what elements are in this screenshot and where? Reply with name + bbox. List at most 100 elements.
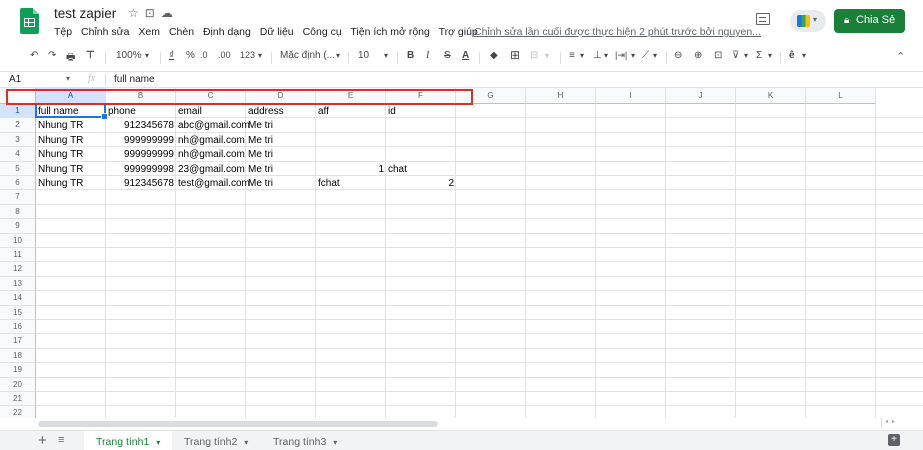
menu-file[interactable]: Tệp <box>54 26 72 38</box>
cell-e3[interactable] <box>316 134 386 147</box>
row-header-11[interactable]: 11 <box>0 248 36 263</box>
column-header-l[interactable]: L <box>806 88 876 104</box>
row-header-14[interactable]: 14 <box>0 291 36 306</box>
cell-f4[interactable] <box>386 148 456 161</box>
cloud-status-icon[interactable]: ☁ <box>161 6 179 20</box>
cell-e1[interactable]: aff <box>316 105 386 118</box>
row-header-12[interactable]: 12 <box>0 262 36 277</box>
text-rotation-icon[interactable]: ⟋ <box>642 50 649 61</box>
tab-sheet-3[interactable]: Trang tính3 ▾ <box>273 431 337 450</box>
cell-d2[interactable]: Me tri <box>246 119 316 132</box>
cell-f6[interactable]: 2 <box>386 177 456 190</box>
cell-a6[interactable]: Nhung TR <box>36 177 106 190</box>
cell-e2[interactable] <box>316 119 386 132</box>
row-header-20[interactable]: 20 <box>0 377 36 392</box>
merge-cells-icon[interactable]: ⊟ <box>530 50 538 61</box>
explore-icon[interactable]: + <box>888 434 900 446</box>
row-header-2[interactable]: 2 <box>0 118 36 133</box>
cell-b1[interactable]: phone <box>106 105 176 118</box>
insert-chart-icon[interactable]: ⊡ <box>714 50 722 61</box>
tab-sheet-1[interactable]: Trang tính1 ▾ <box>84 431 173 450</box>
cell-b3[interactable]: 999999999 <box>106 134 176 147</box>
row-header-19[interactable]: 19 <box>0 363 36 378</box>
cell-a5[interactable]: Nhung TR <box>36 163 106 176</box>
move-icon[interactable]: ⊡ <box>145 6 161 20</box>
text-wrap-icon[interactable]: |⇥| <box>615 50 627 61</box>
cell-b6[interactable]: 912345678 <box>106 177 176 190</box>
scroll-arrows[interactable]: ◂▸ <box>881 418 905 429</box>
sheets-logo-icon[interactable] <box>20 8 39 34</box>
cell-f2[interactable] <box>386 119 456 132</box>
row-header-16[interactable]: 16 <box>0 320 36 335</box>
cell-d4[interactable]: Me tri <box>246 148 316 161</box>
menu-insert[interactable]: Chèn <box>169 26 194 38</box>
cell-c1[interactable]: email <box>176 105 246 118</box>
print-icon[interactable]: 🖶 <box>66 50 75 67</box>
row-header-21[interactable]: 21 <box>0 392 36 407</box>
scroll-right-icon[interactable]: ▸ <box>892 419 899 425</box>
scroll-left-icon[interactable]: ◂ <box>885 419 892 425</box>
cell-d1[interactable]: address <box>246 105 316 118</box>
column-header-h[interactable]: H <box>526 88 596 104</box>
share-button[interactable]: 🔒︎ Chia Sẻ <box>834 9 905 33</box>
cell-b4[interactable]: 999999999 <box>106 148 176 161</box>
menu-edit[interactable]: Chỉnh sửa <box>81 26 129 38</box>
zoom-select[interactable]: 100% <box>116 50 142 61</box>
undo-icon[interactable]: ↶ <box>30 50 38 61</box>
column-header-i[interactable]: I <box>596 88 666 104</box>
vertical-align-icon[interactable]: ⊥ <box>593 50 602 61</box>
row-header-4[interactable]: 4 <box>0 147 36 162</box>
cell-e5[interactable]: 1 <box>316 163 386 176</box>
cell-c2[interactable]: abc@gmail.com <box>176 119 250 132</box>
menu-help[interactable]: Trợ giúp <box>439 26 478 38</box>
cell-d3[interactable]: Me tri <box>246 134 316 147</box>
input-tools-icon[interactable]: ê <box>789 50 795 61</box>
last-edit-link[interactable]: Chỉnh sửa lần cuối được thực hiện 2 phút… <box>474 26 761 38</box>
cell-c3[interactable]: nh@gmail.com <box>176 134 246 147</box>
row-header-13[interactable]: 13 <box>0 276 36 292</box>
row-header-6[interactable]: 6 <box>0 176 36 191</box>
decrease-decimal-icon[interactable]: .0 <box>200 50 208 60</box>
chevron-down-icon[interactable]: ▾ <box>333 438 337 447</box>
insert-link-icon[interactable]: ⊖ <box>674 50 682 61</box>
increase-decimal-icon[interactable]: .00 <box>218 50 231 60</box>
fill-color-icon[interactable]: ◆ <box>490 50 498 61</box>
row-header-10[interactable]: 10 <box>0 233 36 248</box>
italic-icon[interactable]: I <box>426 50 429 61</box>
spreadsheet-grid[interactable]: A B C D E F G H I J K L 1 2 3 4 5 6 7 8 9 10 11 12 13 14 15 16 17 18 1… <box>0 88 923 418</box>
row-header-22[interactable]: 22 <box>0 406 36 418</box>
add-sheet-icon[interactable]: + <box>38 432 47 449</box>
menu-format[interactable]: Định dạng <box>203 26 251 38</box>
horizontal-align-icon[interactable]: ≡ <box>569 50 575 61</box>
cell-a2[interactable]: Nhung TR <box>36 119 106 132</box>
document-title[interactable]: test zapier <box>54 6 116 21</box>
column-header-j[interactable]: J <box>666 88 736 104</box>
tab-sheet-2[interactable]: Trang tính2 ▾ <box>184 431 248 450</box>
cell-a4[interactable]: Nhung TR <box>36 148 106 161</box>
meet-button[interactable]: ▾ <box>790 10 826 32</box>
cell-f3[interactable] <box>386 134 456 147</box>
row-header-9[interactable]: 9 <box>0 219 36 234</box>
bold-icon[interactable]: B <box>407 50 414 61</box>
cell-c4[interactable]: nh@gmail.com <box>176 148 246 161</box>
horizontal-scrollbar[interactable] <box>36 420 881 428</box>
strikethrough-icon[interactable]: S <box>444 50 451 61</box>
cell-e6[interactable]: fchat <box>316 177 386 190</box>
row-header-1[interactable]: 1 <box>0 104 36 119</box>
scrollbar-thumb[interactable] <box>38 421 438 427</box>
name-box[interactable]: A1 <box>9 74 21 85</box>
cell-e4[interactable] <box>316 148 386 161</box>
cell-b2[interactable]: 912345678 <box>106 119 176 132</box>
percent-icon[interactable]: % <box>186 50 195 61</box>
cell-a3[interactable]: Nhung TR <box>36 134 106 147</box>
cell-c5[interactable]: 23@gmail.com <box>176 163 246 176</box>
row-header-8[interactable]: 8 <box>0 204 36 220</box>
text-color-icon[interactable]: A <box>462 50 469 61</box>
borders-icon[interactable]: ⊞ <box>510 48 520 62</box>
filter-icon[interactable]: ⊽ <box>732 50 739 61</box>
cell-f5[interactable]: chat <box>386 163 456 176</box>
row-header-7[interactable]: 7 <box>0 190 36 205</box>
redo-icon[interactable]: ↷ <box>48 50 56 61</box>
formula-input[interactable]: full name <box>114 74 155 85</box>
comment-history-icon[interactable] <box>756 13 770 25</box>
